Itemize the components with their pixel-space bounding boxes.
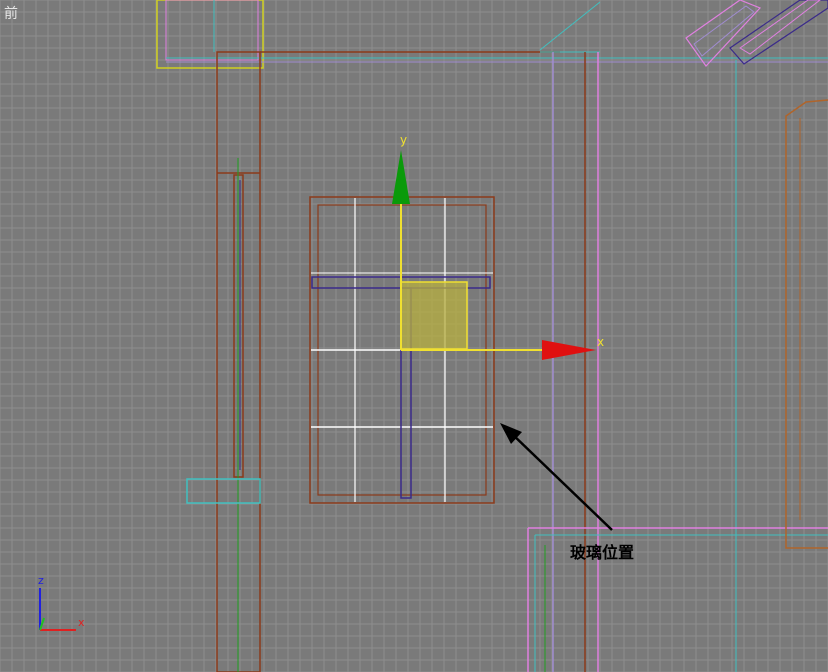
axis-tripod: z x — [38, 574, 85, 631]
left-column — [186, 51, 261, 672]
right-column — [527, 52, 828, 672]
gizmo-y-arrow[interactable] — [392, 150, 410, 204]
gizmo-x-label: x — [597, 335, 604, 349]
viewport-label[interactable]: 前 — [4, 6, 18, 22]
viewport-canvas[interactable]: y x z x — [0, 0, 828, 672]
tripod-x-label: x — [78, 616, 85, 629]
gizmo-xy-plane[interactable] — [400, 281, 468, 350]
front-viewport[interactable]: y x z x 前 玻璃位置 — [0, 0, 828, 672]
roof-beams — [685, 0, 828, 67]
top-wall-lines — [166, 1, 828, 63]
annotation-arrow — [500, 423, 613, 531]
move-gizmo[interactable]: y x — [392, 133, 604, 360]
gizmo-y-label: y — [400, 133, 407, 147]
annotation-text: 玻璃位置 — [570, 543, 635, 562]
tripod-z-label: z — [38, 574, 44, 587]
